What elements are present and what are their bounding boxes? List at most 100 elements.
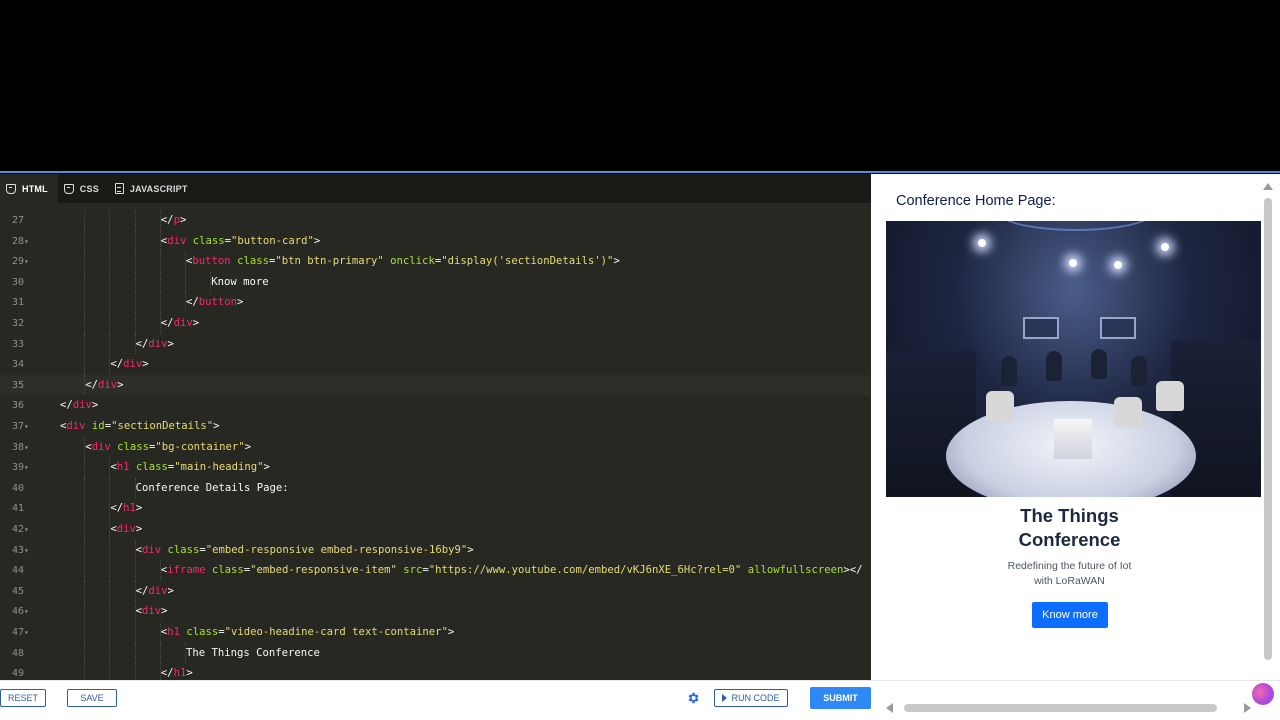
code-text: </p> <box>160 214 187 226</box>
code-line[interactable]: 31 </button> <box>0 292 871 313</box>
scroll-right-arrow-icon[interactable] <box>1244 703 1251 713</box>
indent-guide <box>84 271 86 293</box>
code-text: <div class="button-card"> <box>160 234 321 247</box>
line-number: 36 <box>11 400 24 412</box>
code-line[interactable]: 40 Conference Details Page: <box>0 477 871 499</box>
indent-guide <box>134 271 136 293</box>
code-text: </div> <box>110 358 149 371</box>
tab-css[interactable]: CSS <box>58 174 109 203</box>
code-line[interactable]: 45 </div> <box>0 580 871 602</box>
card-title-line-2: Conference <box>1018 528 1121 550</box>
code-line[interactable]: 44 <iframe class="embed-responsive-item" … <box>0 560 871 581</box>
code-line[interactable]: 30 Know more <box>0 271 871 293</box>
indent-guide <box>109 313 111 334</box>
line-number: 30 <box>11 276 24 288</box>
code-text: </div> <box>160 317 200 329</box>
line-number: 44 <box>11 565 24 577</box>
indent-guide <box>84 477 86 499</box>
editor-tabs: HTML CSS JAVASCRIPT <box>0 174 871 203</box>
indent-guide <box>109 210 111 231</box>
code-text: <div id="sectionDetails"> <box>60 420 220 432</box>
code-line[interactable]: 34 </div> <box>0 354 871 375</box>
code-text: </h1> <box>110 502 143 515</box>
fold-toggle-icon[interactable]: ▾ <box>24 602 32 623</box>
code-line[interactable]: 46▾ <div> <box>0 601 871 622</box>
indent-guide <box>134 251 136 272</box>
code-line[interactable]: 35 </div> <box>0 374 871 396</box>
indent-guide <box>84 292 86 313</box>
fold-toggle-icon[interactable]: ▾ <box>24 541 32 562</box>
reset-button[interactable]: RESET <box>0 689 46 707</box>
indent-guide <box>134 210 136 231</box>
fold-toggle-icon[interactable]: ▾ <box>24 438 32 459</box>
code-line[interactable]: 39▾ <h1 class="main-heading"> <box>0 457 871 478</box>
code-line[interactable]: 29▾ <button class="btn btn-primary" oncli… <box>0 251 871 272</box>
code-line[interactable]: 43▾ <div class="embed-responsive embed-re… <box>0 539 871 562</box>
code-line[interactable]: 48 The Things Conference <box>0 642 871 664</box>
top-black-area <box>0 0 1280 172</box>
code-text: <h1 class="main-heading"> <box>110 461 270 474</box>
code-text: <iframe class="embed-responsive-item" sr… <box>160 564 863 577</box>
indent-guide <box>84 251 86 272</box>
code-text: </div> <box>60 399 99 412</box>
fold-toggle-icon[interactable]: ▾ <box>24 623 32 644</box>
fold-toggle-icon[interactable]: ▾ <box>24 252 32 273</box>
code-line[interactable]: 47▾ <h1 class="video-headine-card text-co… <box>0 622 871 643</box>
run-code-label: RUN CODE <box>731 693 780 703</box>
code-line[interactable]: 28▾ <div class="button-card"> <box>0 230 871 253</box>
indent-guide <box>185 271 186 293</box>
fold-toggle-icon[interactable]: ▾ <box>24 417 32 438</box>
indent-guide <box>159 271 161 293</box>
code-editor[interactable]: HTML CSS JAVASCRIPT Redefining the futur… <box>0 174 871 680</box>
code-area[interactable]: Redefining the future of IoT with LoRaWA… <box>0 203 871 680</box>
scroll-left-arrow-icon[interactable] <box>886 703 893 713</box>
line-number: 35 <box>11 379 24 391</box>
run-code-button[interactable]: RUN CODE <box>714 689 788 707</box>
vertical-scrollbar[interactable] <box>1264 198 1272 660</box>
know-more-button[interactable]: Know more <box>1032 602 1108 628</box>
gear-icon[interactable] <box>686 691 700 705</box>
code-text: <div> <box>135 605 168 618</box>
code-text: <div class="embed-responsive embed-respo… <box>135 543 474 556</box>
code-line[interactable]: 27 </p> <box>0 210 871 231</box>
line-number: 47 <box>11 627 24 638</box>
submit-button[interactable]: SUBMIT <box>810 687 871 709</box>
line-number: 40 <box>11 482 24 494</box>
line-number: 32 <box>11 318 24 329</box>
line-number: 38 <box>11 441 24 453</box>
top-accent-line <box>0 171 1280 173</box>
line-number: 37 <box>11 421 24 432</box>
tab-html[interactable]: HTML <box>0 174 58 203</box>
indent-guide <box>84 313 86 334</box>
line-number: 42 <box>11 524 24 535</box>
fold-toggle-icon[interactable]: ▾ <box>24 232 32 253</box>
line-number: 45 <box>11 585 24 597</box>
code-line[interactable]: 49 </h1> <box>0 663 871 680</box>
assistant-brain-icon[interactable] <box>1252 683 1274 705</box>
scroll-up-arrow-icon[interactable] <box>1263 183 1273 190</box>
line-number: 29 <box>11 256 24 268</box>
code-line[interactable]: 33 </div> <box>0 333 871 355</box>
fold-toggle-icon[interactable]: ▾ <box>24 520 32 541</box>
preview-heading: Conference Home Page: <box>896 193 1056 209</box>
code-line[interactable]: 42▾ <div> <box>0 519 871 540</box>
indent-guide <box>84 457 86 478</box>
horizontal-scrollbar[interactable] <box>904 704 1217 712</box>
tab-javascript[interactable]: JAVASCRIPT <box>109 174 198 203</box>
indent-guide <box>109 251 111 272</box>
code-text: <h1 class="video-headine-card text-conta… <box>160 626 455 638</box>
save-button[interactable]: SAVE <box>67 689 117 707</box>
line-number: 31 <box>11 297 24 309</box>
code-line[interactable]: 32 </div> <box>0 313 871 334</box>
tab-css-label: CSS <box>79 183 99 194</box>
code-line[interactable]: 38▾ <div class="bg-container"> <box>0 436 871 459</box>
indent-guide <box>109 622 111 643</box>
indent-guide <box>134 560 136 581</box>
code-line[interactable]: 41 </h1> <box>0 498 871 519</box>
fold-toggle-icon[interactable]: ▾ <box>24 458 32 479</box>
indent-guide <box>84 519 86 540</box>
indent-guide <box>84 230 86 252</box>
indent-guide <box>109 333 111 355</box>
code-line[interactable]: 36 </div> <box>0 395 871 416</box>
code-line[interactable]: 37▾ <div id="sectionDetails"> <box>0 416 871 437</box>
